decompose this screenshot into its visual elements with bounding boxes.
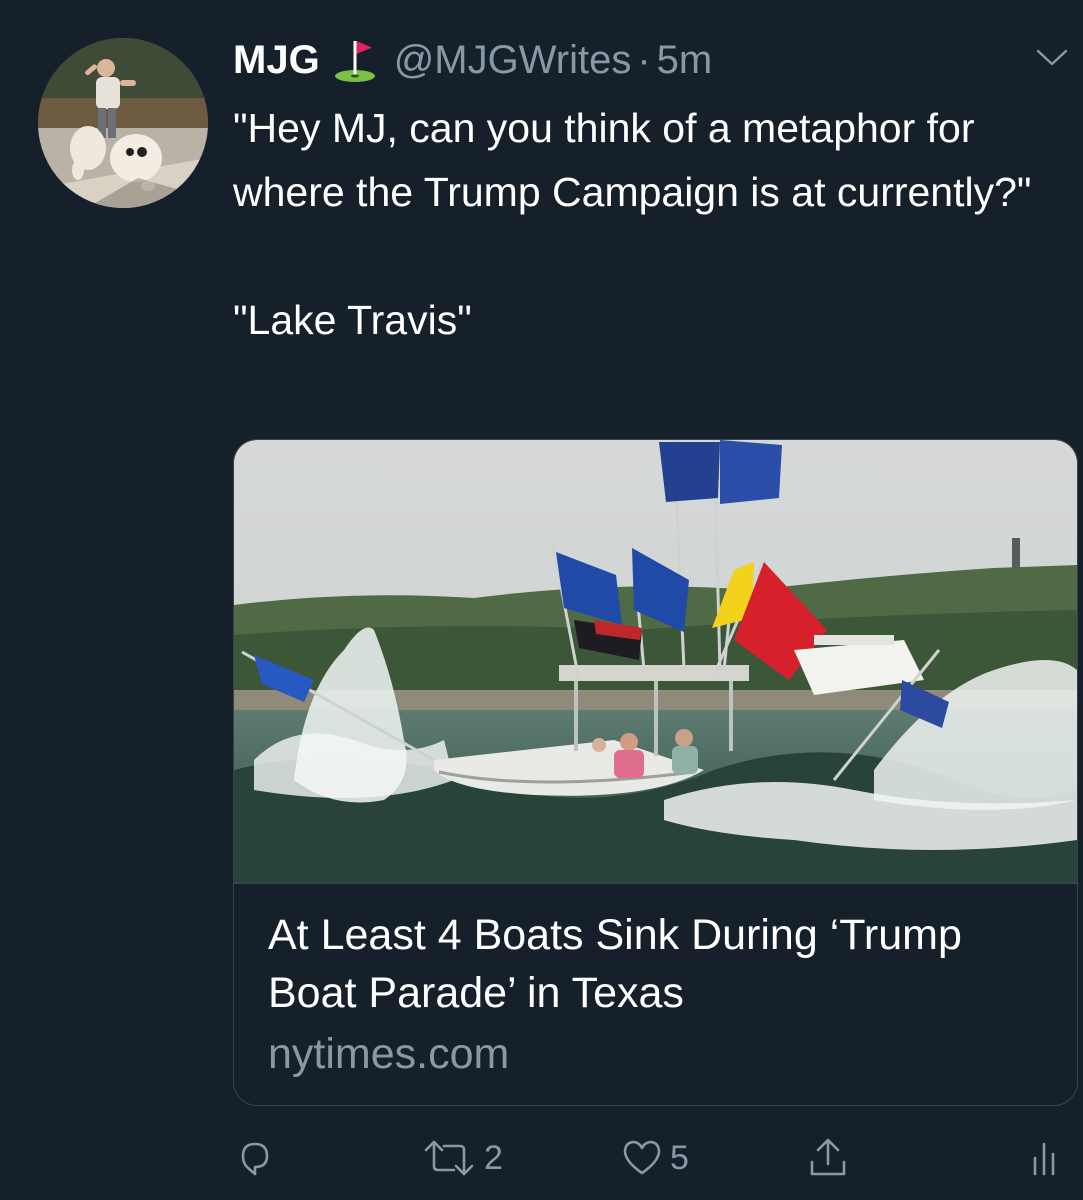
analytics-icon — [1033, 1142, 1055, 1176]
heart-icon — [623, 1140, 661, 1175]
share-icon — [810, 1138, 846, 1176]
like-button[interactable]: 5 — [620, 1128, 689, 1188]
analytics-button[interactable] — [1030, 1128, 1060, 1188]
timestamp[interactable]: 5m — [657, 38, 713, 83]
avatar[interactable] — [38, 38, 208, 208]
chevron-down-icon[interactable] — [1035, 44, 1069, 70]
separator-dot: · — [637, 37, 651, 82]
reply-icon — [241, 1142, 269, 1176]
tweet-actions: 2 5 — [0, 1128, 1083, 1188]
like-count: 5 — [670, 1138, 689, 1177]
share-button[interactable] — [806, 1128, 850, 1188]
tweet-header: MJG @MJGWrites · 5m — [233, 34, 712, 86]
card-domain: nytimes.com — [268, 1030, 510, 1078]
retweet-icon — [424, 1140, 474, 1176]
link-card[interactable]: At Least 4 Boats Sink During ‘Trump Boat… — [233, 439, 1078, 1106]
display-name[interactable]: MJG — [233, 38, 320, 83]
reply-button[interactable] — [233, 1128, 277, 1188]
retweet-button[interactable]: 2 — [420, 1128, 503, 1188]
tweet-text: "Hey MJ, can you think of a metaphor for… — [233, 105, 1032, 343]
card-title[interactable]: At Least 4 Boats Sink During ‘Trump Boat… — [268, 906, 1048, 1022]
card-image[interactable] — [234, 440, 1077, 882]
golf-flag-icon — [332, 37, 378, 83]
avatar-image — [38, 38, 208, 208]
retweet-count: 2 — [484, 1138, 503, 1177]
user-handle[interactable]: @MJGWrites — [394, 38, 632, 83]
card-divider — [234, 882, 1077, 884]
tweet[interactable]: MJG @MJGWrites · 5m "Hey MJ, can you thi… — [0, 0, 1083, 1200]
